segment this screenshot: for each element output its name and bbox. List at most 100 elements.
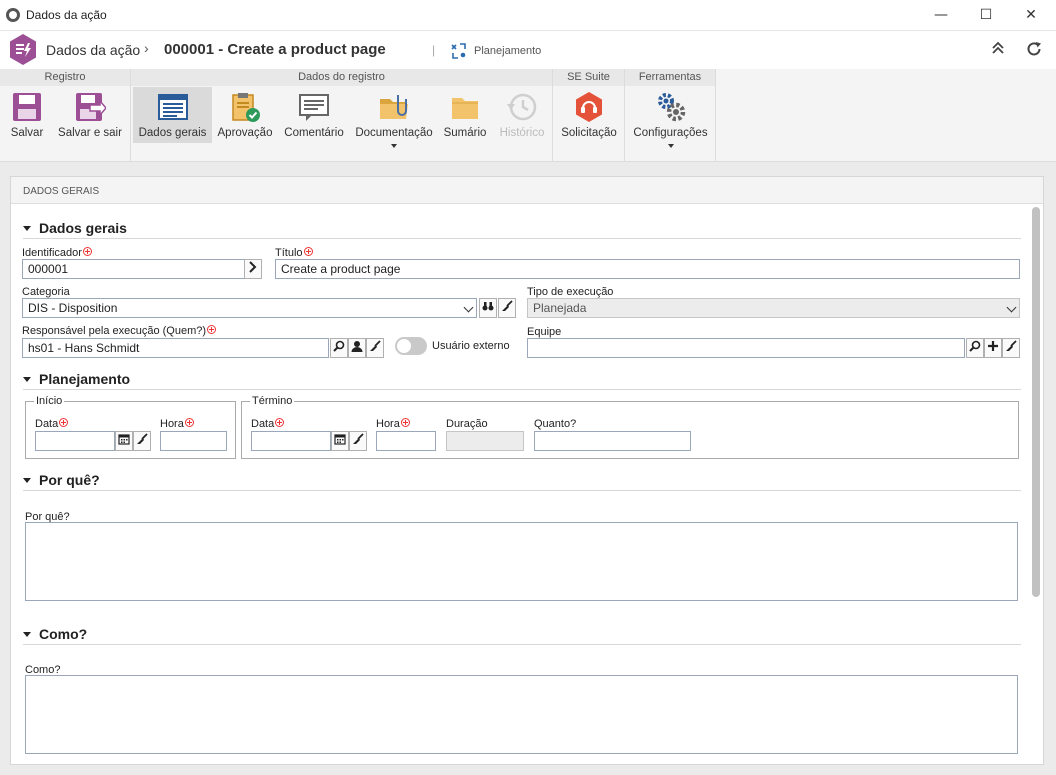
categoria-label: Categoria xyxy=(22,286,70,298)
required-icon xyxy=(59,418,69,427)
termino-data-input[interactable] xyxy=(251,431,331,451)
ribbon-group-title: Dados do registro xyxy=(131,69,552,86)
save-exit-icon xyxy=(76,93,106,121)
usuario-externo-toggle[interactable] xyxy=(395,337,427,355)
window-title: Dados da ação xyxy=(26,8,107,22)
save-and-exit-button[interactable]: Salvar e sair xyxy=(54,87,126,143)
equipe-label: Equipe xyxy=(527,326,562,338)
tipo-execucao-label: Tipo de execução xyxy=(527,286,614,298)
summary-button[interactable]: Sumário xyxy=(437,87,493,143)
broom-icon xyxy=(1006,340,1017,351)
approval-button[interactable]: Aprovação xyxy=(214,87,276,143)
documentation-icon xyxy=(380,95,408,119)
window-title-bar: Dados da ação — ☐ ✕ xyxy=(0,0,1056,31)
content-area: DADOS GERAIS Dados gerais Identificador … xyxy=(0,162,1056,775)
ribbon-group-title: SE Suite xyxy=(553,69,624,86)
responsavel-label: Responsável pela execução (Quem?) xyxy=(22,325,217,337)
toolbar-ribbon: Registro Salvar Salvar e sair Dados do r… xyxy=(0,69,1056,162)
responsavel-user-button[interactable] xyxy=(348,338,366,358)
calendar-icon xyxy=(118,434,130,445)
breadcrumb-separator: › xyxy=(144,40,149,56)
general-data-button[interactable]: Dados gerais xyxy=(133,87,212,143)
equipe-search-button[interactable] xyxy=(966,338,984,358)
quanto-input[interactable] xyxy=(534,431,691,451)
settings-button[interactable]: Configurações xyxy=(629,87,712,148)
broom-icon xyxy=(353,433,364,444)
categoria-clear-button[interactable] xyxy=(498,298,516,318)
categoria-search-button[interactable] xyxy=(479,298,497,318)
responsavel-input[interactable]: hs01 - Hans Schmidt xyxy=(22,338,329,358)
required-icon xyxy=(82,247,92,256)
section-planejamento[interactable]: Planejamento xyxy=(23,368,1021,390)
history-button[interactable]: Histórico xyxy=(495,87,549,143)
summary-icon xyxy=(452,98,478,119)
responsavel-search-button[interactable] xyxy=(330,338,348,358)
chevron-down-icon xyxy=(463,302,474,313)
history-icon xyxy=(507,93,537,121)
minimize-button[interactable]: — xyxy=(918,0,964,30)
required-icon xyxy=(184,418,194,427)
section-como[interactable]: Como? xyxy=(23,623,1021,645)
identificador-next-button[interactable] xyxy=(244,259,262,279)
record-title: 000001 - Create a product page xyxy=(164,41,386,58)
equipe-input[interactable] xyxy=(527,338,965,358)
titulo-label: Título xyxy=(275,247,313,259)
comment-button[interactable]: Comentário xyxy=(279,87,349,143)
refresh-icon[interactable] xyxy=(1024,40,1044,60)
termino-legend: Término xyxy=(250,395,295,407)
termino-clear-button[interactable] xyxy=(349,431,367,451)
inicio-data-input[interactable] xyxy=(35,431,115,451)
required-icon xyxy=(303,247,313,256)
vertical-scrollbar[interactable] xyxy=(1032,207,1040,597)
binoculars-icon xyxy=(482,302,494,311)
close-button[interactable]: ✕ xyxy=(1008,0,1054,30)
titulo-input[interactable]: Create a product page xyxy=(275,259,1020,279)
save-icon xyxy=(13,93,41,121)
tipo-execucao-select[interactable]: Planejada xyxy=(527,298,1020,318)
inicio-hora-input[interactable] xyxy=(160,431,227,451)
inicio-hora-label: Hora xyxy=(160,418,194,430)
inicio-legend: Início xyxy=(34,395,65,407)
status-label: Planejamento xyxy=(474,45,542,57)
save-button[interactable]: Salvar xyxy=(4,87,50,143)
breadcrumb-root[interactable]: Dados da ação xyxy=(46,42,140,58)
broom-icon xyxy=(502,300,513,311)
request-button[interactable]: Solicitação xyxy=(557,87,621,143)
termino-fieldset: Término Data Hora Duração Quanto? xyxy=(241,395,1019,459)
inicio-clear-button[interactable] xyxy=(133,431,151,451)
ribbon-group-title: Registro xyxy=(0,69,130,86)
responsavel-clear-button[interactable] xyxy=(366,338,384,358)
collapse-up-icon[interactable] xyxy=(988,40,1008,60)
categoria-select[interactable]: DIS - Disposition xyxy=(22,298,477,318)
termino-hora-label: Hora xyxy=(376,418,410,430)
termino-hora-input[interactable] xyxy=(376,431,436,451)
quanto-label: Quanto? xyxy=(534,418,577,430)
magnifier-icon xyxy=(333,340,345,352)
inicio-calendar-button[interactable] xyxy=(115,431,133,451)
general-data-panel: DADOS GERAIS Dados gerais Identificador … xyxy=(10,176,1044,765)
collapse-triangle-icon xyxy=(23,377,31,382)
ribbon-group-ferramentas: Ferramentas Configurações xyxy=(625,69,716,162)
equipe-add-button[interactable] xyxy=(984,338,1002,358)
section-dados-gerais[interactable]: Dados gerais xyxy=(23,217,1021,239)
ribbon-group-dados-registro: Dados do registro Dados gerais Aprovação… xyxy=(131,69,553,162)
chevron-down-icon xyxy=(1006,302,1017,313)
por-que-textarea[interactable] xyxy=(25,522,1018,601)
identificador-input[interactable]: 000001 xyxy=(22,259,245,279)
termino-data-label: Data xyxy=(251,418,285,430)
calendar-icon xyxy=(334,434,346,445)
documentation-button[interactable]: Documentação xyxy=(353,87,435,148)
inicio-data-label: Data xyxy=(35,418,69,430)
action-logo-icon xyxy=(10,34,36,65)
termino-calendar-button[interactable] xyxy=(331,431,349,451)
inicio-fieldset: Início Data Hora xyxy=(25,395,236,459)
broom-icon xyxy=(137,433,148,444)
panel-header-title: DADOS GERAIS xyxy=(23,186,100,197)
maximize-button[interactable]: ☐ xyxy=(963,0,1009,30)
dropdown-caret-icon xyxy=(391,144,397,148)
como-textarea[interactable] xyxy=(25,675,1018,754)
ribbon-group-registro: Registro Salvar Salvar e sair xyxy=(0,69,131,162)
collapse-triangle-icon xyxy=(23,478,31,483)
equipe-clear-button[interactable] xyxy=(1002,338,1020,358)
section-por-que[interactable]: Por quê? xyxy=(23,469,1021,491)
